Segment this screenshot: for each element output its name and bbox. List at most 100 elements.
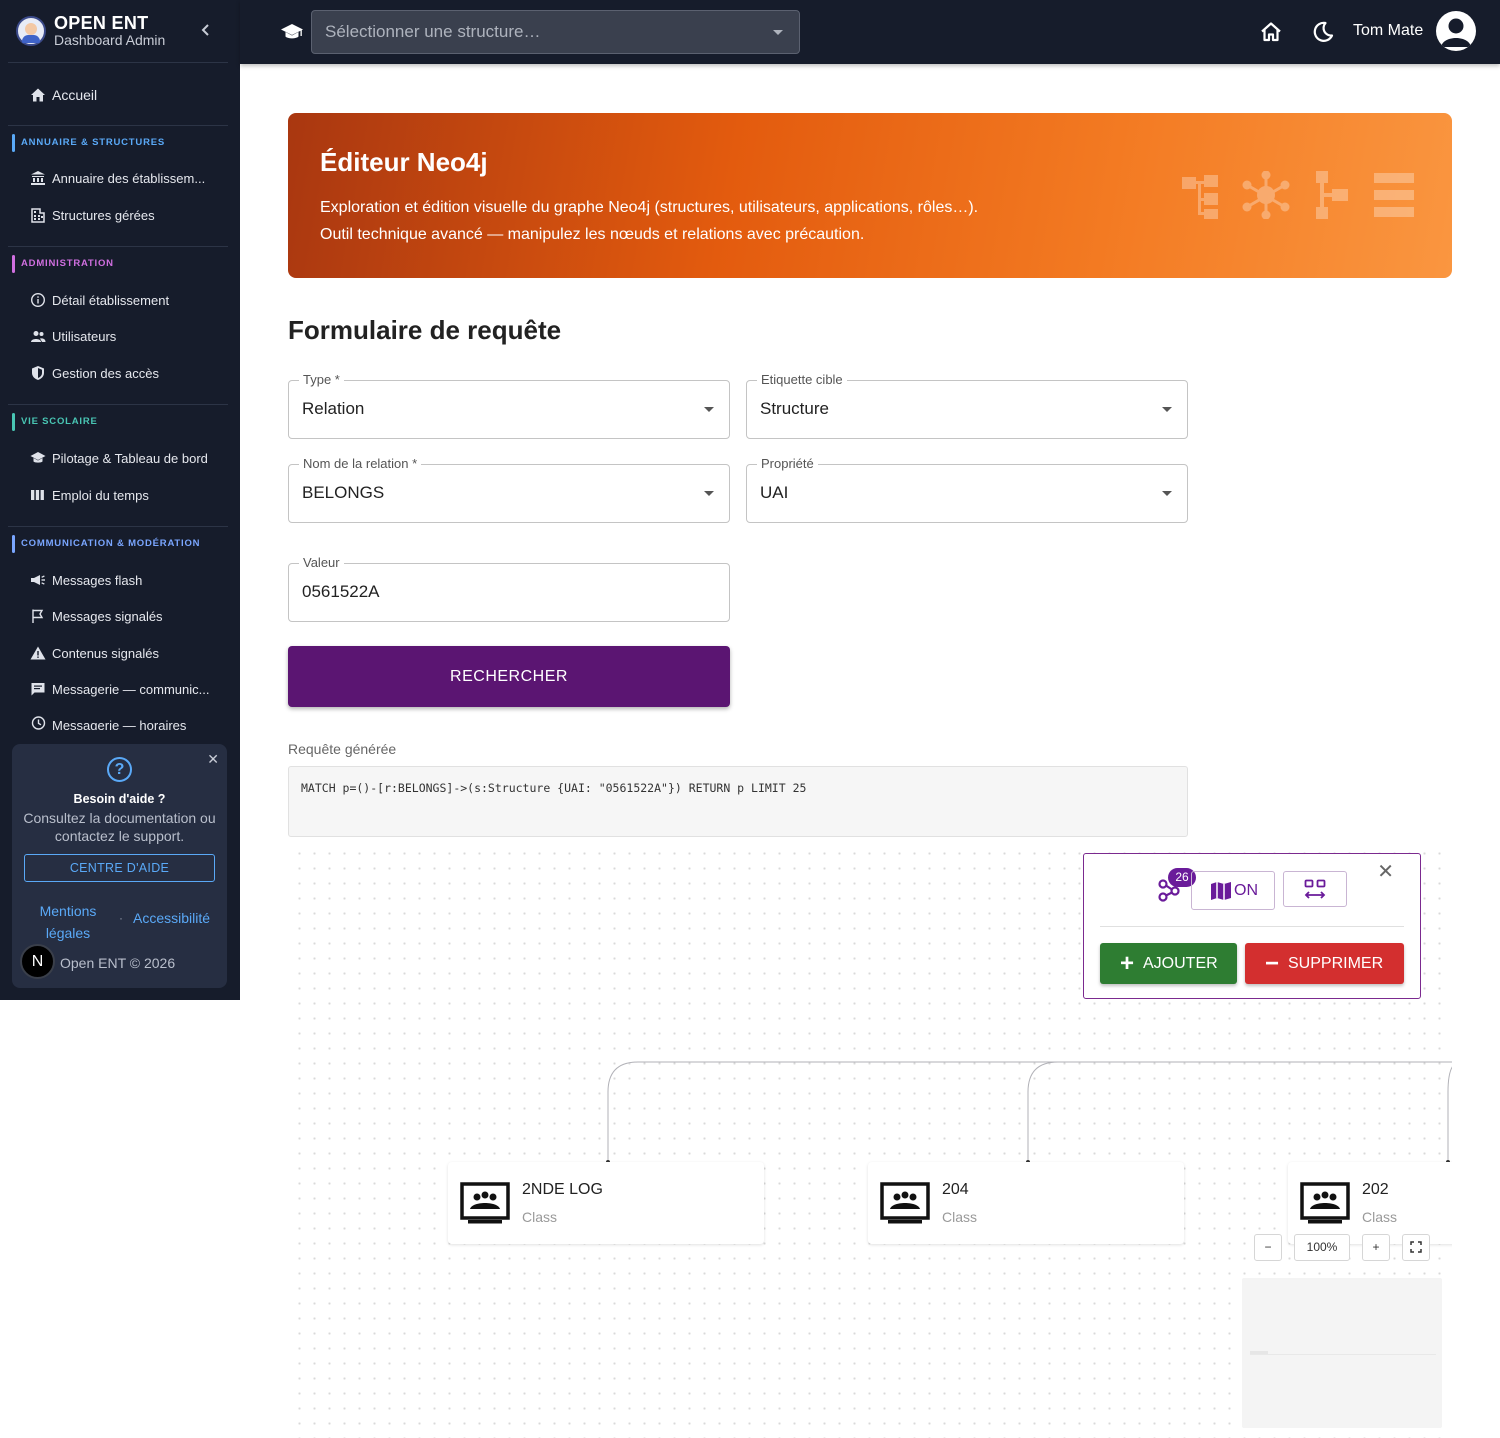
layout-swap-icon xyxy=(1304,879,1326,899)
avatar[interactable] xyxy=(1436,11,1476,51)
graph-node[interactable]: 2NDE LOG Class xyxy=(448,1162,764,1244)
sidebar-item-label: Gestion des accès xyxy=(52,365,159,381)
fullscreen-button[interactable] xyxy=(1402,1234,1430,1261)
users-icon xyxy=(30,328,46,344)
zoom-level: 100% xyxy=(1294,1234,1350,1261)
history-icon xyxy=(30,715,46,730)
link-separator: · xyxy=(119,911,123,925)
query-code: MATCH p=()-[r:BELONGS]->(s:Structure {UA… xyxy=(301,781,807,795)
description-line: Outil technique avancé — manipulez les n… xyxy=(320,226,865,243)
graph-node[interactable]: 204 Class xyxy=(868,1162,1184,1244)
fullscreen-icon xyxy=(1410,1241,1422,1253)
help-center-button[interactable]: CENTRE D'AIDE xyxy=(24,854,215,882)
top-bar: Sélectionner une structure… Tom Mate xyxy=(240,0,1500,64)
sidebar-item-label: Messagerie — communic... xyxy=(52,681,210,697)
delete-button[interactable]: − SUPPRIMER xyxy=(1245,943,1404,984)
node-type: Class xyxy=(1362,1209,1398,1225)
accessibility-link[interactable]: Accessibilité xyxy=(133,910,210,926)
hierarchy-icon xyxy=(1182,175,1218,219)
plus-icon: + xyxy=(1120,950,1135,977)
chat-icon xyxy=(30,681,46,697)
search-button[interactable]: RECHERCHER xyxy=(288,646,730,707)
node-type: Class xyxy=(522,1209,558,1225)
flowchart-icon xyxy=(1316,171,1348,219)
graph-node[interactable]: 202 Class xyxy=(1288,1162,1452,1244)
generated-query[interactable]: MATCH p=()-[r:BELONGS]->(s:Structure {UA… xyxy=(288,766,1188,837)
legal-link[interactable]: Mentions légales xyxy=(32,900,104,944)
toggle-label: ON xyxy=(1234,882,1258,899)
form-title: Formulaire de requête xyxy=(288,315,562,345)
building-icon xyxy=(30,207,46,223)
sidebar-divider xyxy=(8,62,228,63)
page-banner: Éditeur Neo4j Exploration et édition vis… xyxy=(288,113,1452,278)
network-icon xyxy=(1242,170,1290,220)
chevron-left-icon[interactable] xyxy=(198,20,214,40)
sidebar-item-emploi[interactable]: Emploi du temps xyxy=(0,477,240,513)
moon-icon[interactable] xyxy=(1311,20,1335,44)
graph-minimap[interactable] xyxy=(1242,1278,1442,1428)
sidebar-item-acces[interactable]: Gestion des accès xyxy=(0,355,240,391)
sidebar-item-contenus[interactable]: Contenus signalés xyxy=(0,635,240,671)
graph-edge xyxy=(1447,1066,1452,1162)
graduation-cap-icon xyxy=(280,20,304,44)
node-title: 202 xyxy=(1362,1181,1389,1198)
sidebar-item-accueil[interactable]: Accueil xyxy=(0,77,240,113)
target-label-select[interactable]: Etiquette cible Structure xyxy=(746,372,1188,439)
sidebar-item-flash[interactable]: Messages flash xyxy=(0,562,240,598)
button-label: AJOUTER xyxy=(1143,955,1218,972)
relation-name-select[interactable]: Nom de la relation * BELONGS xyxy=(288,456,730,523)
caret-down-icon xyxy=(1162,407,1172,412)
field-value: Structure xyxy=(760,399,829,418)
graph-edge xyxy=(1027,1061,1452,1162)
property-select[interactable]: Propriété UAI xyxy=(746,456,1188,523)
bank-icon xyxy=(30,170,46,186)
avatar[interactable]: N xyxy=(20,944,55,979)
info-icon xyxy=(30,292,46,308)
map-icon xyxy=(1210,881,1232,901)
flag-icon xyxy=(30,608,46,624)
megaphone-icon xyxy=(30,572,46,588)
user-name[interactable]: Tom Mate xyxy=(1353,22,1423,40)
sidebar-item-messagerie-horaires[interactable]: Messagerie — horaires xyxy=(0,708,240,730)
field-value: BELONGS xyxy=(302,483,385,502)
sidebar-item-pilotage[interactable]: Pilotage & Tableau de bord xyxy=(0,440,240,476)
zoom-in-button[interactable]: + xyxy=(1362,1234,1390,1261)
add-button[interactable]: + AJOUTER xyxy=(1100,943,1237,984)
sidebar-divider xyxy=(8,526,228,527)
sidebar-item-annuaire[interactable]: Annuaire des établissem... xyxy=(0,160,240,196)
structure-select[interactable]: Sélectionner une structure… xyxy=(311,10,800,54)
help-circle-icon: ? xyxy=(107,757,132,782)
minimap-toggle-button[interactable]: ON xyxy=(1191,871,1275,910)
graph-control-panel: ✕ 26 ON + AJOUTER − SUPPRIMER xyxy=(1083,853,1421,999)
field-label: Valeur xyxy=(299,555,344,570)
home-icon[interactable] xyxy=(1259,20,1283,44)
caret-down-icon xyxy=(704,407,714,412)
sidebar-item-label: Messages signalés xyxy=(52,608,163,624)
close-icon[interactable]: ✕ xyxy=(1377,859,1394,884)
value-input[interactable]: Valeur 0561522A xyxy=(288,555,730,622)
brand-title: OPEN ENT xyxy=(54,13,149,33)
sidebar-item-messagerie-comm[interactable]: Messagerie — communic... xyxy=(0,671,240,707)
help-card: ✕ ? Besoin d'aide ? Consultez la documen… xyxy=(12,744,227,988)
field-label: Type * xyxy=(299,372,344,387)
sidebar-item-structures[interactable]: Structures gérées xyxy=(0,197,240,233)
warning-icon xyxy=(30,645,46,661)
sidebar-item-utilisateurs[interactable]: Utilisateurs xyxy=(0,318,240,354)
help-title: Besoin d'aide ? xyxy=(73,792,166,806)
description-line: Exploration et édition visuelle du graph… xyxy=(320,199,979,216)
sidebar-item-label: Accueil xyxy=(52,87,98,103)
zoom-out-button[interactable]: − xyxy=(1254,1234,1282,1261)
minus-icon: − xyxy=(1265,950,1280,977)
sidebar-divider xyxy=(8,246,228,247)
layout-button[interactable] xyxy=(1283,871,1347,907)
section-annuaire: Annuaire & structures xyxy=(12,134,165,152)
close-icon[interactable]: ✕ xyxy=(207,751,219,768)
graduation-cap-icon xyxy=(30,450,46,466)
sidebar-item-detail[interactable]: Détail établissement xyxy=(0,282,240,318)
field-value: UAI xyxy=(760,483,789,502)
brand: OPEN ENT Dashboard Admin xyxy=(0,0,240,62)
sidebar-item-signales[interactable]: Messages signalés xyxy=(0,598,240,634)
section-administration: Administration xyxy=(12,255,114,273)
type-select[interactable]: Type * Relation xyxy=(288,372,730,439)
field-value: 0561522A xyxy=(302,582,380,601)
